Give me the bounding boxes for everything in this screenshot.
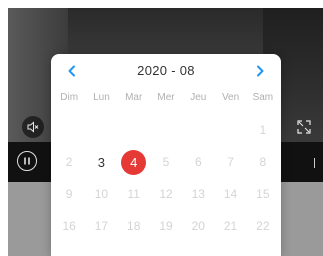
- day-cell: 9: [53, 178, 85, 210]
- day-number: 22: [256, 219, 270, 233]
- weekday-label: Jeu: [190, 92, 207, 103]
- day-number: 12: [159, 187, 173, 201]
- day-cell[interactable]: 3: [85, 146, 117, 178]
- day-number: 8: [259, 155, 267, 169]
- weekday-label: Sam: [252, 92, 274, 103]
- speaker-muted-icon: [27, 121, 39, 133]
- day-number: 21: [223, 219, 238, 233]
- day-cell: 5: [150, 146, 182, 178]
- empty-day-cell: [53, 114, 85, 146]
- day-cell: 16: [53, 210, 85, 242]
- weekday-label: Mer: [157, 92, 175, 103]
- day-number: 14: [223, 187, 238, 201]
- day-number: 3: [97, 154, 106, 170]
- day-cell: 19: [150, 210, 182, 242]
- day-cell: 22: [247, 210, 279, 242]
- day-number: 10: [94, 187, 109, 201]
- day-cell: 10: [85, 178, 117, 210]
- weekday-label: Lun: [93, 92, 110, 103]
- day-cell: 18: [118, 210, 150, 242]
- pause-icon: [24, 157, 30, 165]
- day-number: 15: [256, 187, 270, 201]
- day-cell: 8: [247, 146, 279, 178]
- day-cell: 14: [214, 178, 246, 210]
- day-number: 11: [127, 187, 140, 201]
- day-number: 9: [65, 187, 73, 201]
- day-number: 18: [127, 219, 141, 233]
- day-number: 5: [162, 155, 170, 169]
- chevron-right-icon: [257, 65, 264, 77]
- weekday-header-row: Dim Lun Mar Mer Jeu Ven Sam: [53, 92, 279, 106]
- day-cell: 11: [118, 178, 150, 210]
- weekday-label: Mar: [125, 92, 143, 103]
- calendar-month-title: 2020 - 08: [137, 63, 195, 78]
- weekday-label: Ven: [221, 92, 240, 103]
- day-number: 17: [94, 219, 109, 233]
- pause-button[interactable]: [17, 151, 37, 171]
- day-number: 19: [159, 219, 173, 233]
- day-cell: 6: [182, 146, 214, 178]
- date-picker-calendar: 2020 - 08 Dim Lun Mar Mer Jeu Ven Sam 12…: [51, 54, 281, 256]
- weekday-label: Dim: [60, 92, 79, 103]
- empty-day-cell: [85, 114, 117, 146]
- mute-button[interactable]: [22, 116, 44, 138]
- day-number: 20: [191, 219, 205, 233]
- empty-day-cell: [118, 114, 150, 146]
- selected-day-cell[interactable]: 4: [118, 146, 150, 178]
- calendar-day-grid: 1 2 3 4 5 6 7 8 9 10 11 12 13 14 15 16 17 18 19 20 21 22: [53, 114, 279, 242]
- calendar-header: 2020 - 08: [51, 60, 281, 82]
- next-month-button[interactable]: [251, 62, 269, 80]
- day-cell: 7: [214, 146, 246, 178]
- timeline-marker[interactable]: [314, 158, 315, 168]
- day-number: 13: [191, 187, 205, 201]
- day-number: 1: [259, 123, 267, 137]
- fullscreen-button[interactable]: [295, 118, 313, 136]
- day-number: 16: [62, 219, 76, 233]
- day-cell: 15: [247, 178, 279, 210]
- day-cell: 1: [247, 114, 279, 146]
- day-number: 7: [227, 155, 234, 169]
- day-number: 4: [121, 149, 147, 175]
- empty-day-cell: [182, 114, 214, 146]
- day-number: 2: [65, 155, 73, 169]
- day-cell: 12: [150, 178, 182, 210]
- empty-day-cell: [214, 114, 246, 146]
- day-cell: 20: [182, 210, 214, 242]
- day-cell: 21: [214, 210, 246, 242]
- day-number: 6: [194, 155, 202, 169]
- day-cell: 2: [53, 146, 85, 178]
- day-cell: 17: [85, 210, 117, 242]
- empty-day-cell: [150, 114, 182, 146]
- day-cell: 13: [182, 178, 214, 210]
- fullscreen-icon: [297, 120, 311, 134]
